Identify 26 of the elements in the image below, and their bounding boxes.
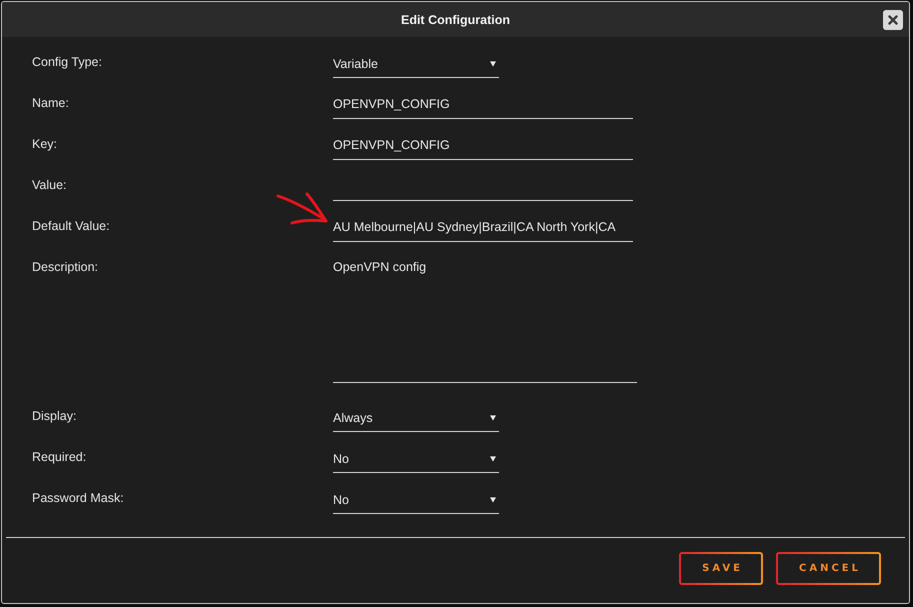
field-label: Config Type: [32, 54, 102, 70]
close-icon [888, 15, 898, 25]
field-label: Required: [32, 449, 86, 465]
dropdown[interactable]: Always [333, 404, 499, 432]
field-label: Value: [32, 177, 67, 193]
close-button[interactable] [883, 10, 903, 30]
field-label: Name: [32, 95, 69, 111]
text-area[interactable]: OpenVPN config [333, 255, 637, 383]
text-field[interactable]: AU Melbourne|AU Sydney|Brazil|CA North York|CA [333, 214, 633, 242]
caret-icon [490, 60, 496, 66]
dropdown[interactable]: No [333, 445, 499, 473]
caret-icon [490, 414, 496, 420]
field-label: Password Mask: [32, 490, 124, 506]
field-label: Display: [32, 408, 76, 424]
field-label: Description: [32, 259, 98, 275]
dialog-title: Edit Configuration [400, 12, 510, 26]
cancel-button[interactable]: CANCEL [776, 552, 881, 585]
field-label: Default Value: [32, 218, 110, 234]
field-label: Key: [32, 136, 58, 152]
dropdown[interactable]: No [333, 486, 499, 514]
text-field[interactable]: OPENVPN_CONFIG [333, 91, 633, 119]
caret-icon [490, 456, 496, 462]
save-button[interactable]: SAVE [679, 552, 763, 585]
caret-icon [490, 496, 496, 502]
dropdown[interactable]: Variable [333, 50, 499, 78]
text-field[interactable]: OPENVPN_CONFIG [333, 132, 633, 160]
